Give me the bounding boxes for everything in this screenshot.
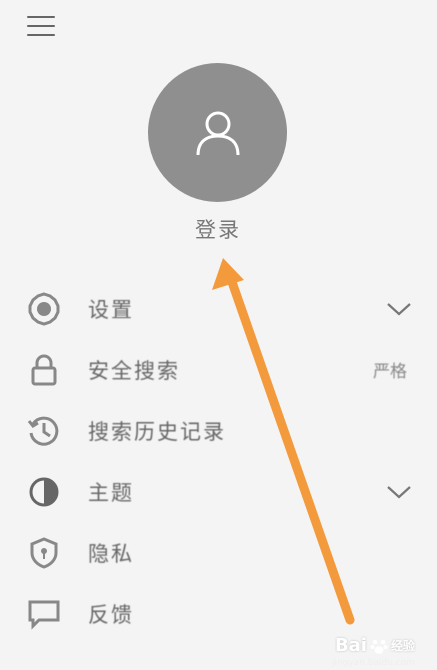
menu-item-privacy[interactable]: 隐私 xyxy=(0,522,437,583)
shield-icon xyxy=(26,535,62,571)
menu-item-safe-search[interactable]: 安全搜索 严格 xyxy=(0,339,437,400)
menu-item-search-history[interactable]: 搜索历史记录 xyxy=(0,400,437,461)
lock-icon xyxy=(26,352,62,388)
watermark-suffix: 经验 xyxy=(390,639,415,653)
hamburger-icon-line xyxy=(27,34,55,36)
hamburger-icon-line xyxy=(27,16,55,18)
hamburger-menu-button[interactable] xyxy=(27,16,55,38)
safe-search-value: 严格 xyxy=(373,362,407,382)
chevron-down-icon[interactable] xyxy=(385,483,413,501)
feedback-icon xyxy=(26,596,62,632)
watermark-url: jingyan.baidu.com xyxy=(331,658,415,668)
avatar[interactable] xyxy=(148,63,287,202)
menu-item-label: 安全搜索 xyxy=(88,358,180,383)
paw-icon xyxy=(370,639,388,654)
login-link[interactable]: 登录 xyxy=(168,214,268,244)
watermark-logo: Bai 经验 jingyan.baidu.com xyxy=(332,635,415,668)
menu-item-theme[interactable]: 主题 xyxy=(0,461,437,522)
user-icon xyxy=(196,111,239,155)
hamburger-icon-line xyxy=(27,25,55,27)
watermark-text: Bai xyxy=(334,635,367,656)
menu-item-label: 反馈 xyxy=(88,602,134,627)
menu-item-label: 搜索历史记录 xyxy=(88,419,226,444)
theme-icon xyxy=(26,474,62,510)
menu-item-label: 主题 xyxy=(88,480,134,505)
settings-menu: 设置 安全搜索 严格 搜索历史记录 主题 隐私 反馈 xyxy=(0,278,437,644)
menu-item-settings[interactable]: 设置 xyxy=(0,278,437,339)
menu-item-label: 设置 xyxy=(88,297,134,322)
menu-item-label: 隐私 xyxy=(88,541,134,566)
gear-icon xyxy=(26,291,62,327)
history-icon xyxy=(26,413,62,449)
chevron-down-icon[interactable] xyxy=(385,300,413,318)
